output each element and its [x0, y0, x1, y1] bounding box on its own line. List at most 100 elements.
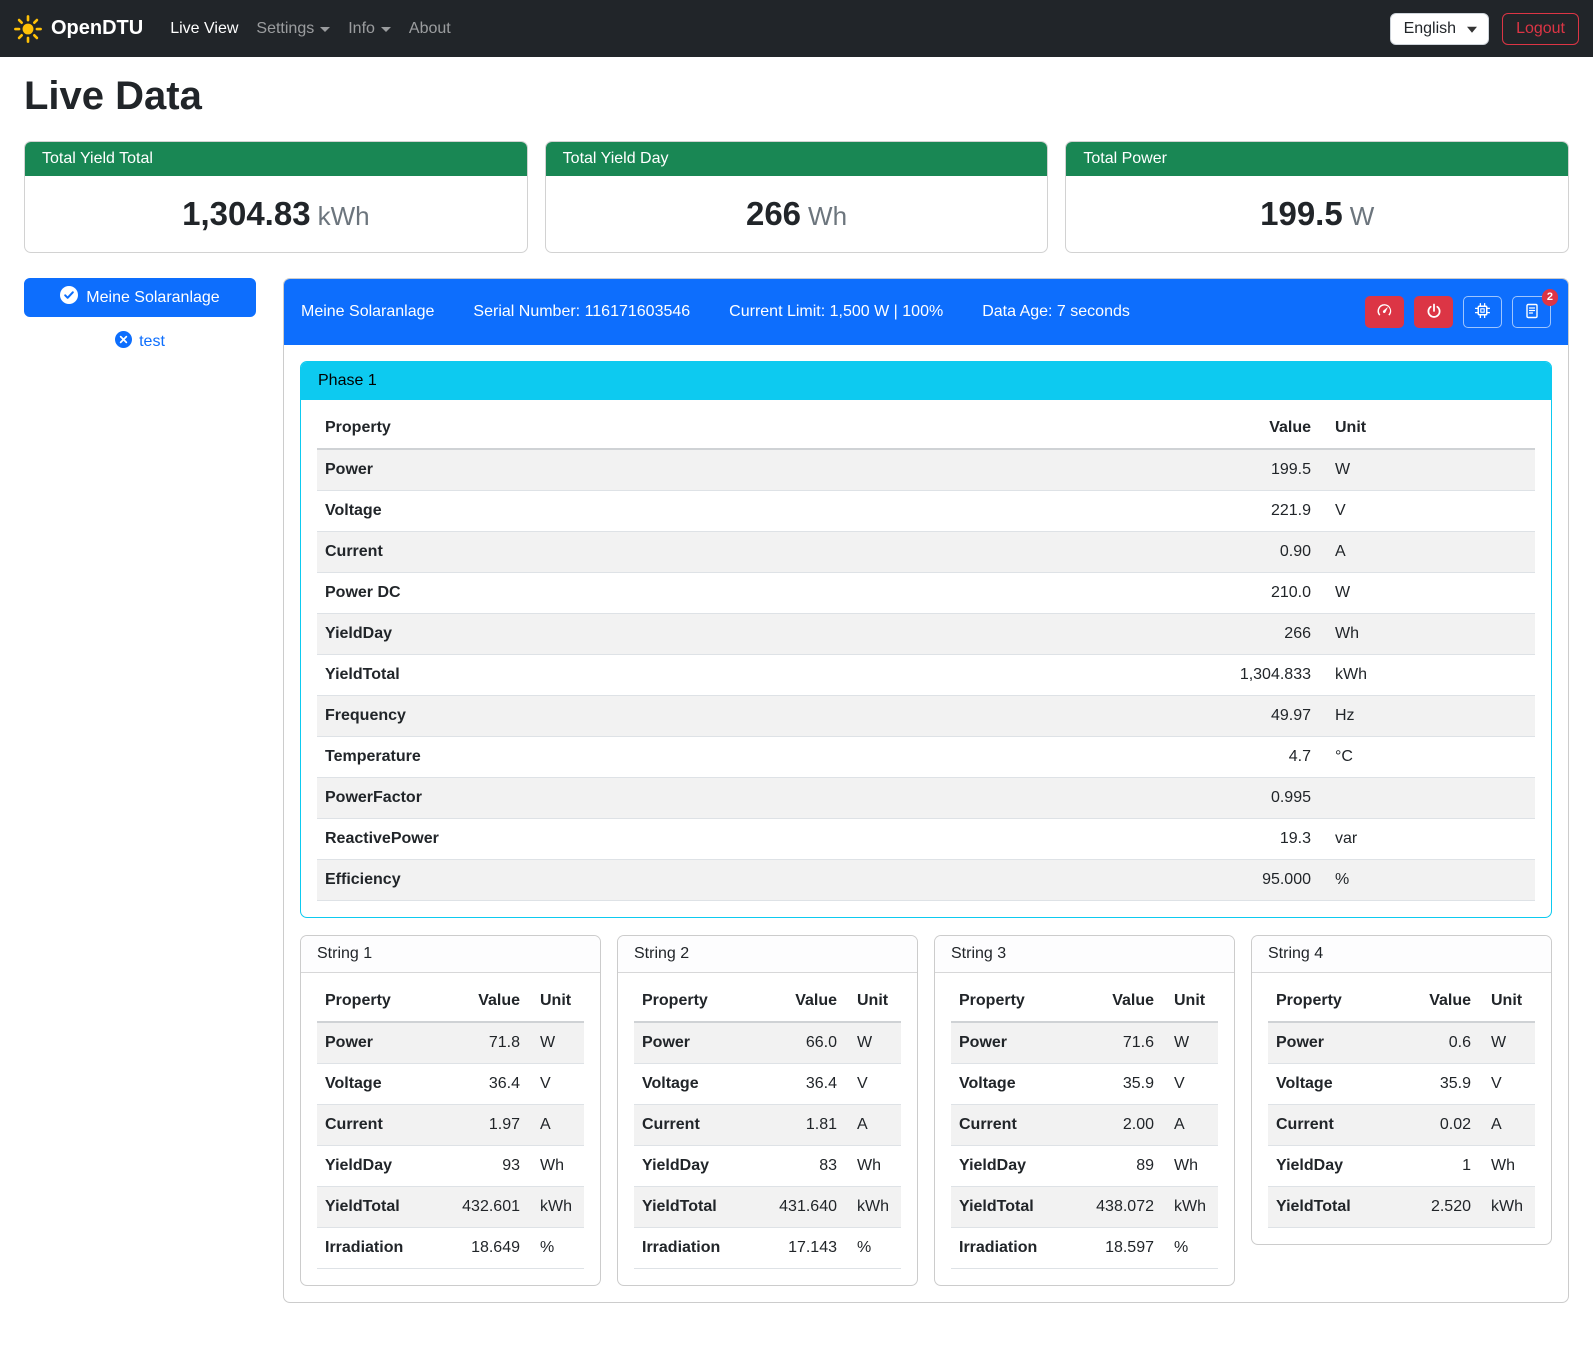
row-value: 4.7: [1167, 737, 1319, 778]
phase-card: Phase 1 Property Value Unit: [300, 361, 1552, 918]
total-yield-total-card: Total Yield Total 1,304.83kWh: [24, 141, 528, 253]
logout-button[interactable]: Logout: [1502, 13, 1579, 45]
speedometer-icon: [1376, 302, 1393, 322]
table-row: Power 66.0 W: [634, 1022, 901, 1064]
serial-number: Serial Number: 116171603546: [473, 303, 690, 321]
phase-title: Phase 1: [301, 362, 1551, 400]
column-header-unit: Unit: [1319, 408, 1535, 449]
row-property: Irradiation: [317, 1228, 452, 1269]
row-unit: V: [1162, 1064, 1218, 1105]
table-header-row: Property Value Unit: [951, 981, 1218, 1022]
row-unit: kWh: [1479, 1187, 1535, 1228]
row-value: 35.9: [1086, 1064, 1162, 1105]
row-property: YieldDay: [634, 1146, 769, 1187]
row-unit: °C: [1319, 737, 1535, 778]
row-property: YieldTotal: [317, 1187, 452, 1228]
card-value-area: 266Wh: [546, 176, 1048, 252]
navbar-right: English Logout: [1390, 13, 1579, 45]
table-row: Power 71.6 W: [951, 1022, 1218, 1064]
row-unit: kWh: [845, 1187, 901, 1228]
row-value: 199.5: [1167, 449, 1319, 491]
row-value: 1.81: [769, 1105, 845, 1146]
row-value: 432.601: [452, 1187, 528, 1228]
row-value: 17.143: [769, 1228, 845, 1269]
row-unit: Hz: [1319, 696, 1535, 737]
device-info-button[interactable]: [1463, 296, 1502, 328]
phase-table-body: Power 199.5 W Voltage 221.9 V: [317, 449, 1535, 901]
row-property: YieldTotal: [634, 1187, 769, 1228]
x-circle-icon[interactable]: [115, 331, 132, 353]
string-card-1: String 1 Property Value Unit: [300, 935, 601, 1286]
row-unit: W: [1319, 573, 1535, 614]
row-property: Current: [951, 1105, 1086, 1146]
brand-link[interactable]: OpenDTU: [14, 15, 143, 43]
row-value: 0.995: [1167, 778, 1319, 819]
row-property: Voltage: [317, 1064, 452, 1105]
column-header-value: Value: [1403, 981, 1479, 1022]
sun-logo-icon: [14, 15, 42, 43]
table-row: Irradiation 18.597 %: [951, 1228, 1218, 1269]
navbar-left: OpenDTU Live View Settings Info About: [14, 12, 460, 46]
table-row: Power 71.8 W: [317, 1022, 584, 1064]
row-value: 83: [769, 1146, 845, 1187]
phase-body: Property Value Unit Power: [301, 400, 1551, 917]
table-row: YieldDay 83 Wh: [634, 1146, 901, 1187]
string-title: String 2: [618, 936, 917, 973]
card-title: Total Power: [1066, 142, 1568, 176]
inverter-panel: Meine Solaranlage Serial Number: 1161716…: [283, 278, 1569, 1303]
row-property: Power: [634, 1022, 769, 1064]
row-value: 49.97: [1167, 696, 1319, 737]
table-row: YieldTotal 1,304.833 kWh: [317, 655, 1535, 696]
row-property: Temperature: [317, 737, 1167, 778]
table-row: Current 0.90 A: [317, 532, 1535, 573]
row-property: Voltage: [1268, 1064, 1403, 1105]
column-header-property: Property: [317, 408, 1167, 449]
row-property: Irradiation: [634, 1228, 769, 1269]
row-unit: Wh: [1479, 1146, 1535, 1187]
string-title: String 3: [935, 936, 1234, 973]
row-property: Current: [634, 1105, 769, 1146]
column-header-property: Property: [634, 981, 769, 1022]
nav-settings[interactable]: Settings: [247, 12, 339, 46]
panel-header-buttons: 2: [1365, 296, 1551, 328]
language-select[interactable]: English: [1390, 13, 1489, 45]
check-circle-icon: [60, 286, 78, 309]
row-property: Current: [317, 532, 1167, 573]
row-unit: kWh: [1162, 1187, 1218, 1228]
string-card-3: String 3 Property Value Unit: [934, 935, 1235, 1286]
card-value: 199.5: [1260, 195, 1343, 232]
current-limit: Current Limit: 1,500 W | 100%: [729, 303, 943, 321]
inverter-select-button[interactable]: Meine Solaranlage: [24, 278, 256, 317]
row-value: 71.8: [452, 1022, 528, 1064]
nav-live-view[interactable]: Live View: [161, 12, 247, 46]
column-header-property: Property: [1268, 981, 1403, 1022]
table-row: YieldDay 266 Wh: [317, 614, 1535, 655]
inverter-panel-body: Phase 1 Property Value Unit: [284, 345, 1568, 1302]
row-unit: W: [528, 1022, 584, 1064]
row-value: 66.0: [769, 1022, 845, 1064]
power-toggle-button[interactable]: [1414, 296, 1453, 328]
string-title: String 4: [1252, 936, 1551, 973]
row-unit: [1319, 778, 1535, 819]
table-row: YieldTotal 2.520 kWh: [1268, 1187, 1535, 1228]
journal-icon: [1524, 303, 1540, 322]
card-title: Total Yield Total: [25, 142, 527, 176]
row-value: 71.6: [1086, 1022, 1162, 1064]
limit-settings-button[interactable]: [1365, 296, 1404, 328]
card-unit: kWh: [318, 201, 370, 231]
nav-about[interactable]: About: [400, 12, 460, 46]
pin-link[interactable]: test: [139, 333, 165, 351]
row-unit: Wh: [528, 1146, 584, 1187]
column-header-unit: Unit: [528, 981, 584, 1022]
row-value: 1,304.833: [1167, 655, 1319, 696]
nav-info[interactable]: Info: [339, 12, 400, 46]
column-header-unit: Unit: [1479, 981, 1535, 1022]
row-value: 35.9: [1403, 1064, 1479, 1105]
strings-row: String 1 Property Value Unit: [300, 935, 1552, 1286]
event-log-button[interactable]: 2: [1512, 296, 1551, 328]
table-row: Temperature 4.7 °C: [317, 737, 1535, 778]
row-property: Current: [1268, 1105, 1403, 1146]
event-count-badge: 2: [1542, 289, 1558, 306]
row-property: Power: [1268, 1022, 1403, 1064]
table-row: YieldDay 1 Wh: [1268, 1146, 1535, 1187]
